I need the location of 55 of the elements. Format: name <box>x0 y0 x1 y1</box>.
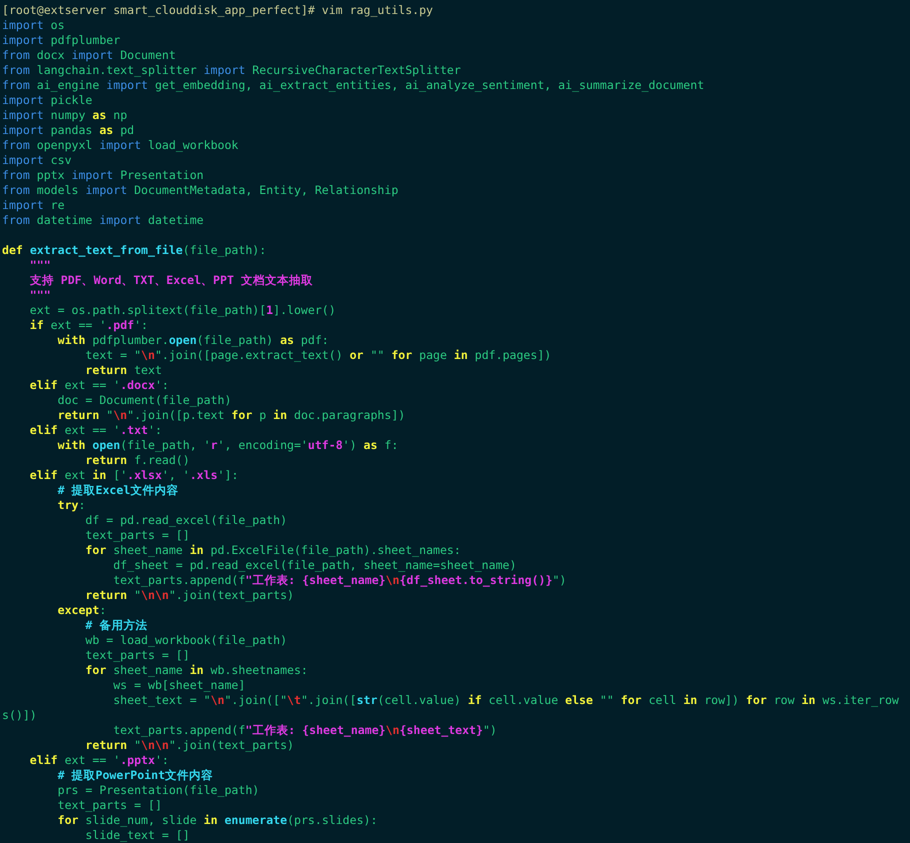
code-line: ws = wb[sheet_name] <box>112 678 246 693</box>
code-line: text_parts = [] <box>84 648 190 663</box>
code-line: elif ext in ['.xlsx', '.xls']: <box>28 468 238 483</box>
code-line: with pdfplumber.open(file_path) as pdf: <box>56 333 329 348</box>
code-line: except: <box>56 603 106 618</box>
code-line: return f.read() <box>84 453 190 468</box>
code-line: """ <box>28 258 51 273</box>
code-line: for slide_num, slide in enumerate(prs.slides): <box>56 813 378 828</box>
code-line: return text <box>84 363 162 378</box>
code-line: import re <box>2 198 65 213</box>
code-line: from openpyxl import load_workbook <box>2 138 238 153</box>
code-line: prs = Presentation(file_path) <box>56 783 260 798</box>
code-line: import pickle <box>2 93 92 108</box>
code-line: df = pd.read_excel(file_path) <box>84 513 288 528</box>
code-line: slide_text = [] <box>84 828 190 843</box>
code-line: if ext == '.pdf': <box>28 318 148 333</box>
code-line: ext = os.path.splitext(file_path)[1].lower() <box>28 303 336 318</box>
code-line: 支持 PDF、Word、TXT、Excel、PPT 文档文本抽取 <box>28 273 313 288</box>
code-line: df_sheet = pd.read_excel(file_path, sheet_name=sheet_name) <box>112 558 516 573</box>
code-line: from models import DocumentMetadata, Entity, Relationship <box>2 183 398 198</box>
code-line: wb = load_workbook(file_path) <box>84 633 288 648</box>
code-line: return "\n\n".join(text_parts) <box>84 738 294 753</box>
code-line: sheet_text = "\n".join(["\t".join([str(cell.value) if cell.value else "" for cell in row]) for row in ws.iter_row <box>112 693 899 708</box>
code-line: import os <box>2 18 65 33</box>
code-line: from ai_engine import get_embedding, ai_extract_entities, ai_analyze_sentiment, ai_summarize_document <box>2 78 704 93</box>
code-line: text = "\n".join([page.extract_text() or "" for page in pdf.pages]) <box>84 348 552 363</box>
code-line: for sheet_name in pd.ExcelFile(file_path).sheet_names: <box>84 543 461 558</box>
code-line: return "\n\n".join(text_parts) <box>84 588 294 603</box>
code-line: from langchain.text_splitter import RecursiveCharacterTextSplitter <box>2 63 461 78</box>
code-line: for sheet_name in wb.sheetnames: <box>84 663 308 678</box>
code-line: def extract_text_from_file(file_path): <box>2 243 266 258</box>
code-line: import csv <box>2 153 72 168</box>
code-line: [root@extserver smart_clouddisk_app_perfect]# vim rag_utils.py <box>2 3 434 18</box>
code-line: elif ext == '.txt': <box>28 423 162 438</box>
code-line: # 提取Excel文件内容 <box>56 483 178 498</box>
code-line: from pptx import Presentation <box>2 168 204 183</box>
code-line: from datetime import datetime <box>2 213 204 228</box>
code-line: from docx import Document <box>2 48 176 63</box>
code-line: import pdfplumber <box>2 33 120 48</box>
code-line: """ <box>28 288 51 303</box>
code-line: elif ext == '.pptx': <box>28 753 169 768</box>
code-line: text_parts.append(f"工作表: {sheet_name}\n{sheet_text}") <box>112 723 497 738</box>
code-line: # 提取PowerPoint文件内容 <box>56 768 214 783</box>
code-line: text_parts = [] <box>56 798 162 813</box>
code-line: doc = Document(file_path) <box>56 393 232 408</box>
code-line: text_parts.append(f"工作表: {sheet_name}\n{df_sheet.to_string()}") <box>112 573 566 588</box>
code-line: with open(file_path, 'r', encoding='utf-8') as f: <box>56 438 398 453</box>
code-line: s()]) <box>2 708 37 723</box>
code-line: try: <box>56 498 86 513</box>
code-line: text_parts = [] <box>84 528 190 543</box>
code-line: elif ext == '.docx': <box>28 378 169 393</box>
code-line: import numpy as np <box>2 108 128 123</box>
code-line: # 备用方法 <box>84 618 148 633</box>
code-line: return "\n".join([p.text for p in doc.paragraphs]) <box>56 408 406 423</box>
code-line: import pandas as pd <box>2 123 134 138</box>
